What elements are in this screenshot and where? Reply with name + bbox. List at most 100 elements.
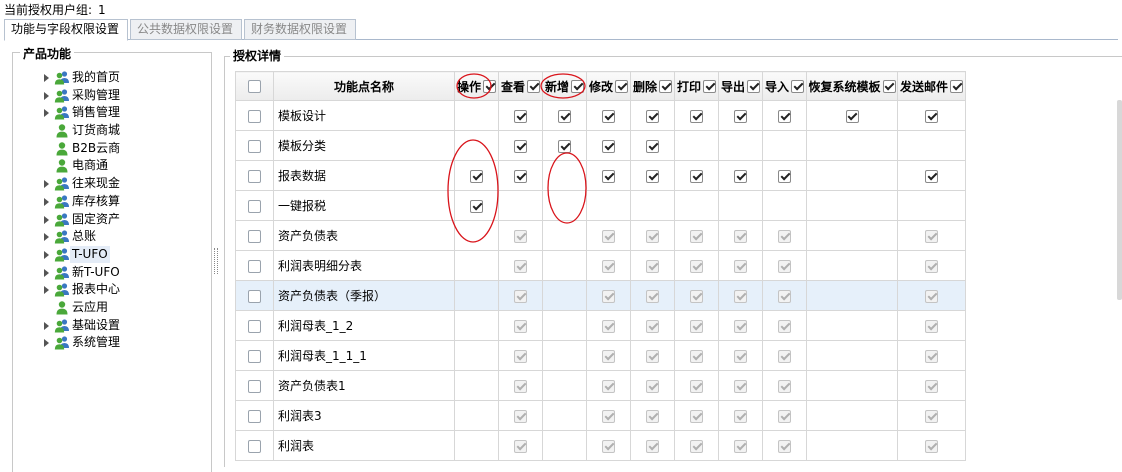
expand-arrow-icon[interactable] [44, 268, 49, 277]
group-users-icon [54, 106, 69, 120]
expand-arrow-icon[interactable] [44, 215, 49, 224]
permission-checkbox[interactable] [514, 169, 527, 183]
table-row[interactable]: 资产负债表 [235, 220, 966, 251]
table-row[interactable]: 资产负债表（季报） [235, 280, 966, 311]
table-row[interactable]: 模板分类 [235, 130, 966, 161]
column-select-checkbox[interactable] [615, 79, 628, 93]
tab-bar: 功能与字段权限设置 公共数据权限设置 财务数据权限设置 [4, 19, 1118, 41]
tree-item-label: 报表中心 [72, 282, 121, 297]
permission-cell [498, 340, 543, 371]
permission-checkbox[interactable] [602, 139, 615, 153]
expand-arrow-icon[interactable] [44, 321, 49, 330]
permission-checkbox[interactable] [690, 109, 703, 123]
row-select-checkbox[interactable] [248, 199, 261, 213]
column-select-checkbox[interactable] [483, 79, 496, 93]
panel-splitter[interactable] [214, 248, 218, 274]
table-row[interactable]: 报表数据 [235, 160, 966, 191]
expand-arrow-icon[interactable] [44, 109, 49, 118]
expand-arrow-icon[interactable] [44, 74, 49, 82]
expand-arrow-icon[interactable] [44, 197, 49, 206]
permission-cell-empty [454, 400, 499, 431]
permission-checkbox[interactable] [470, 169, 483, 183]
permission-cell [718, 430, 763, 461]
permission-checkbox[interactable] [646, 139, 659, 153]
table-row[interactable]: 利润表明细分表 [235, 250, 966, 281]
expand-arrow-icon[interactable] [44, 233, 49, 242]
permission-checkbox[interactable] [646, 169, 659, 183]
table-row[interactable]: 资产负债表1 [235, 370, 966, 401]
permission-checkbox[interactable] [514, 139, 527, 153]
expand-arrow-icon[interactable] [44, 286, 49, 295]
permission-cell [718, 400, 763, 431]
permission-cell [542, 100, 587, 131]
row-select-checkbox[interactable] [248, 169, 261, 183]
permission-cell [897, 220, 966, 251]
row-select-cell [235, 190, 274, 221]
row-select-checkbox[interactable] [248, 439, 261, 453]
table-row[interactable]: 一键报税 [235, 190, 966, 221]
expand-arrow-icon[interactable] [44, 250, 49, 259]
permission-checkbox[interactable] [778, 109, 791, 123]
permission-cell [630, 280, 675, 311]
permission-checkbox[interactable] [734, 109, 747, 123]
permission-checkbox[interactable] [690, 169, 703, 183]
column-header: 查看 [498, 71, 543, 101]
permission-checkbox[interactable] [514, 109, 527, 123]
permission-cell [630, 160, 675, 191]
permission-checkbox[interactable] [602, 169, 615, 183]
row-select-checkbox[interactable] [248, 349, 261, 363]
column-select-checkbox[interactable] [571, 79, 584, 93]
tab-function-field-permissions[interactable]: 功能与字段权限设置 [4, 19, 128, 41]
permission-cell [454, 190, 499, 221]
permission-checkbox[interactable] [470, 199, 483, 213]
row-select-checkbox[interactable] [248, 409, 261, 423]
permission-checkbox[interactable] [925, 169, 938, 183]
permission-cell [897, 160, 966, 191]
column-select-checkbox[interactable] [659, 79, 672, 93]
expand-arrow-icon[interactable] [44, 91, 49, 100]
permission-checkbox-disabled [734, 229, 747, 243]
table-row[interactable]: 模板设计 [235, 100, 966, 131]
permission-checkbox[interactable] [734, 169, 747, 183]
column-select-checkbox[interactable] [950, 79, 963, 93]
vertical-scrollbar[interactable] [1117, 100, 1122, 300]
row-select-checkbox[interactable] [248, 379, 261, 393]
column-select-checkbox[interactable] [747, 79, 760, 93]
select-all-checkbox[interactable] [248, 80, 261, 93]
row-select-checkbox[interactable] [248, 319, 261, 333]
row-select-checkbox[interactable] [248, 289, 261, 303]
row-select-cell [235, 340, 274, 371]
column-header-label: 操作 [456, 79, 481, 94]
row-select-checkbox[interactable] [248, 229, 261, 243]
user-icon [56, 142, 68, 156]
permission-checkbox[interactable] [558, 139, 571, 153]
tab-public-data-permissions[interactable]: 公共数据权限设置 [130, 19, 242, 40]
row-select-checkbox[interactable] [248, 139, 261, 153]
column-select-checkbox[interactable] [703, 79, 716, 93]
group-users-icon [54, 212, 69, 226]
permission-checkbox[interactable] [558, 109, 571, 123]
table-row[interactable]: 利润表3 [235, 400, 966, 431]
permission-checkbox[interactable] [778, 169, 791, 183]
permission-cell [630, 400, 675, 431]
row-select-checkbox[interactable] [248, 109, 261, 123]
table-row[interactable]: 利润母表_1_2 [235, 310, 966, 341]
column-select-checkbox[interactable] [791, 79, 804, 93]
permission-checkbox-disabled [925, 409, 938, 423]
expand-arrow-icon[interactable] [44, 180, 49, 189]
column-select-checkbox[interactable] [527, 79, 540, 93]
row-select-cell [235, 430, 274, 461]
table-row[interactable]: 利润表 [235, 430, 966, 461]
column-select-checkbox[interactable] [882, 79, 896, 93]
permission-checkbox[interactable] [602, 109, 615, 123]
column-header-label: 发送邮件 [899, 79, 948, 94]
permission-checkbox[interactable] [925, 109, 938, 123]
row-select-checkbox[interactable] [248, 259, 261, 273]
permission-checkbox[interactable] [845, 109, 859, 123]
tab-finance-data-permissions[interactable]: 财务数据权限设置 [244, 19, 356, 40]
expand-arrow-icon[interactable] [44, 339, 49, 348]
permission-cell-empty [806, 370, 898, 401]
permission-checkbox[interactable] [646, 109, 659, 123]
table-row[interactable]: 利润母表_1_1_1 [235, 340, 966, 371]
permission-cell [586, 370, 631, 401]
